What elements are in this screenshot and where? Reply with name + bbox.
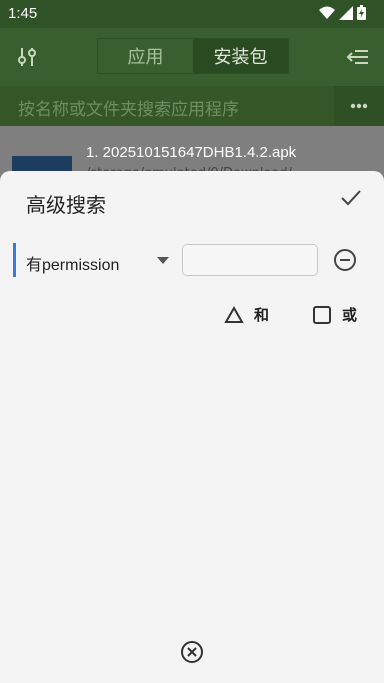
status-time: 1:45 [8, 5, 38, 22]
search-bar[interactable]: 按名称或文件夹搜索应用程序 [0, 86, 384, 126]
checkbox-icon[interactable] [312, 305, 332, 325]
status-bar: 1:45 [0, 0, 384, 28]
remove-condition-icon[interactable] [332, 247, 358, 273]
triangle-icon [224, 305, 244, 323]
more-dots-icon [350, 103, 368, 109]
confirm-button[interactable] [336, 183, 366, 213]
dialog-title: 高级搜索 [26, 193, 106, 217]
search-placeholder: 按名称或文件夹搜索应用程序 [18, 100, 239, 120]
checkmark-icon [341, 190, 361, 206]
dropdown-arrow-icon[interactable] [157, 257, 169, 264]
filter-settings-button[interactable] [2, 28, 52, 86]
condition-value-input[interactable] [182, 244, 318, 276]
app-type-segmented-control: 应用 安装包 [97, 38, 289, 74]
battery-icon [357, 5, 366, 20]
signal-icon [339, 5, 353, 20]
menu-collapse-icon [346, 50, 368, 64]
close-icon[interactable] [180, 640, 204, 664]
more-options-button[interactable] [334, 86, 384, 126]
condition-field-select[interactable]: 有permission [26, 251, 119, 275]
tab-apks[interactable]: 安装包 [193, 39, 288, 73]
option-or-label: 或 [342, 306, 358, 324]
collapse-menu-button[interactable] [332, 28, 382, 86]
wifi-icon [319, 6, 335, 19]
option-and[interactable]: 和 [224, 304, 269, 325]
top-toolbar: 应用 安装包 [0, 28, 384, 86]
list-item-title: 1. 202510151647DHB1.4.2.apk [86, 144, 297, 161]
advanced-search-sheet: 高级搜索 有permission 和 或 [0, 171, 384, 683]
condition-indicator [13, 243, 16, 277]
option-or[interactable]: 或 [312, 304, 357, 325]
system-icons [319, 5, 366, 20]
tab-apps[interactable]: 应用 [98, 39, 193, 73]
option-and-label: 和 [254, 306, 270, 324]
sliders-icon [18, 48, 36, 66]
